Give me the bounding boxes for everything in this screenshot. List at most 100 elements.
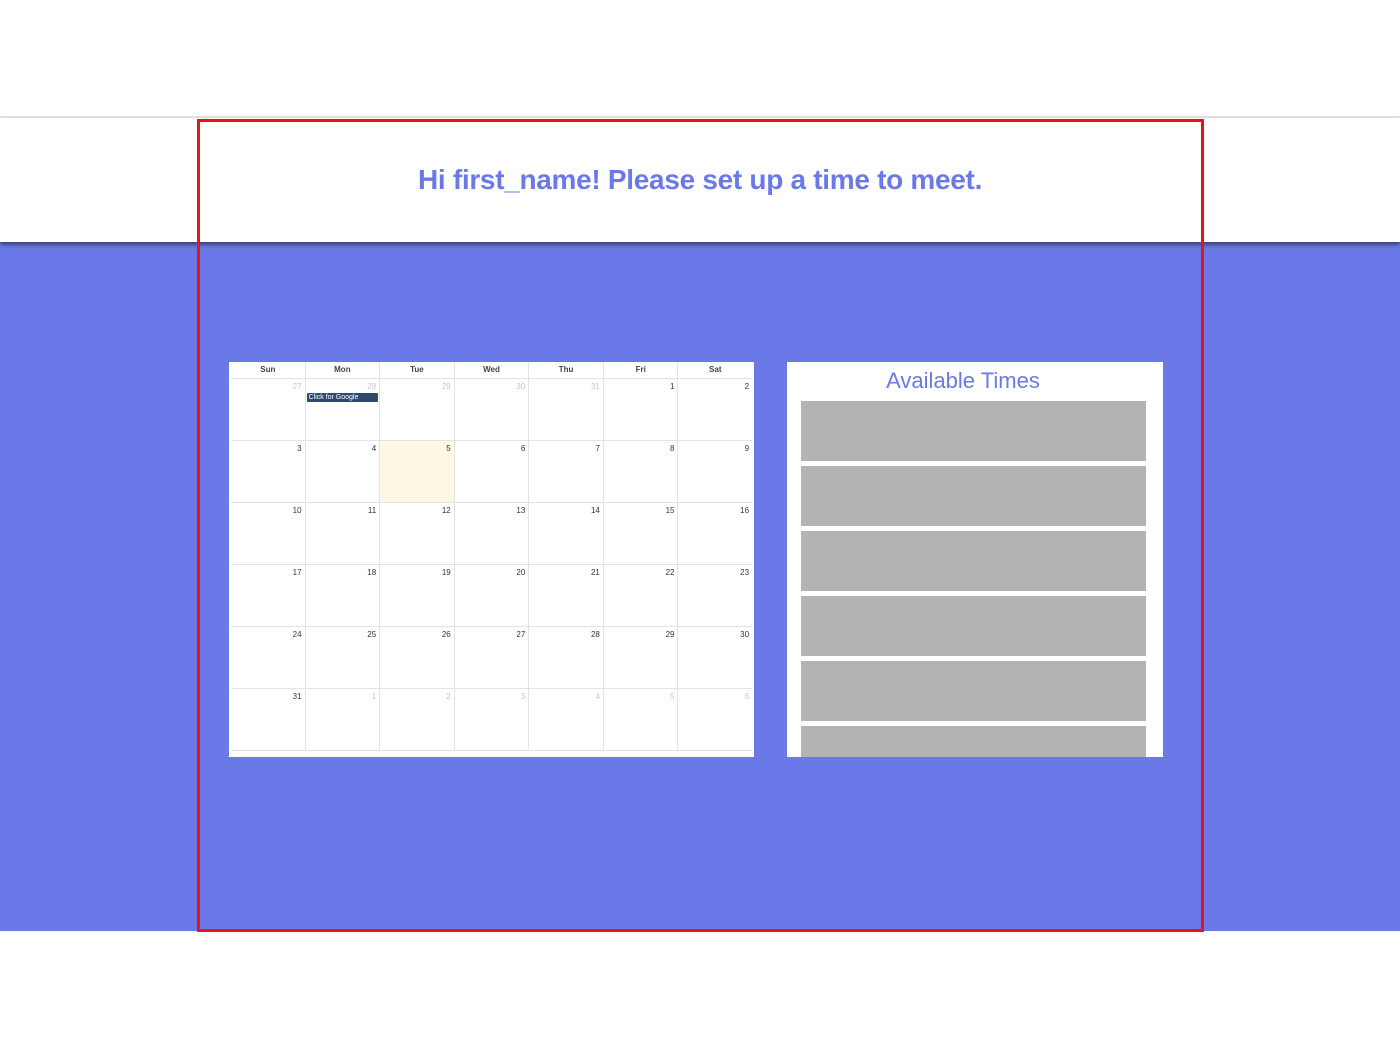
weekday-label-thu: Thu bbox=[528, 362, 603, 378]
calendar-day[interactable]: 10 bbox=[231, 503, 305, 564]
day-number: 2 bbox=[744, 382, 750, 391]
calendar-day[interactable]: 26 bbox=[379, 627, 454, 688]
header-band: Hi first_name! Please set up a time to m… bbox=[0, 118, 1400, 242]
calendar-week: 24 25 26 27 28 29 30 bbox=[231, 627, 752, 689]
calendar-day[interactable]: 9 bbox=[677, 441, 752, 502]
calendar-day[interactable]: 2 bbox=[677, 379, 752, 440]
calendar-day[interactable]: 27 bbox=[231, 379, 305, 440]
day-number: 18 bbox=[367, 568, 377, 577]
calendar-week: 17 18 19 20 21 22 23 bbox=[231, 565, 752, 627]
calendar-day[interactable]: 30 bbox=[453, 379, 529, 440]
calendar-day[interactable]: 8 bbox=[602, 441, 678, 502]
calendar-day[interactable]: 3 bbox=[231, 441, 305, 502]
calendar-week: 3 4 5 6 7 8 9 bbox=[231, 441, 752, 503]
day-number: 17 bbox=[292, 568, 302, 577]
calendar-day[interactable]: 12 bbox=[379, 503, 454, 564]
calendar-day[interactable]: 6 bbox=[453, 441, 529, 502]
calendar-grid: 27 28 Click for Google 29 30 31 1 2 3 4 5 6 7 8 9 10 11 1… bbox=[229, 379, 754, 751]
day-number: 3 bbox=[520, 692, 526, 701]
calendar-day[interactable]: 21 bbox=[528, 565, 603, 626]
calendar-day[interactable]: 15 bbox=[602, 503, 678, 564]
calendar-event[interactable]: Click for Google bbox=[306, 393, 379, 402]
calendar-day-today[interactable]: 5 bbox=[379, 441, 454, 502]
calendar-day[interactable]: 1 bbox=[602, 379, 678, 440]
calendar-day[interactable]: 29 bbox=[602, 627, 678, 688]
calendar-day[interactable]: 31 bbox=[528, 379, 603, 440]
calendar-day[interactable]: 4 bbox=[528, 689, 603, 750]
calendar-day[interactable]: 14 bbox=[528, 503, 603, 564]
calendar-day[interactable]: 7 bbox=[528, 441, 603, 502]
day-number: 15 bbox=[665, 506, 675, 515]
day-number: 27 bbox=[516, 630, 526, 639]
time-slot[interactable] bbox=[801, 726, 1146, 757]
day-number: 1 bbox=[371, 692, 377, 701]
day-number: 5 bbox=[446, 444, 451, 453]
time-slot[interactable] bbox=[801, 531, 1146, 591]
calendar-day[interactable]: 24 bbox=[231, 627, 305, 688]
calendar-day[interactable]: 17 bbox=[231, 565, 305, 626]
day-number: 12 bbox=[441, 506, 451, 515]
available-times-panel: Available Times bbox=[787, 362, 1163, 757]
calendar-day[interactable]: 1 bbox=[304, 689, 380, 750]
calendar-day[interactable]: 19 bbox=[379, 565, 454, 626]
calendar-day[interactable]: 3 bbox=[453, 689, 529, 750]
calendar-day[interactable]: 28 bbox=[528, 627, 603, 688]
calendar-day[interactable]: 2 bbox=[379, 689, 454, 750]
day-number: 28 bbox=[590, 630, 600, 639]
calendar-day[interactable]: 6 bbox=[677, 689, 752, 750]
time-slot[interactable] bbox=[801, 596, 1146, 656]
available-times-title: Available Times bbox=[886, 368, 1040, 393]
calendar-day[interactable]: 25 bbox=[304, 627, 380, 688]
calendar-day[interactable]: 18 bbox=[304, 565, 380, 626]
weekday-label-fri: Fri bbox=[602, 362, 678, 378]
calendar-day[interactable]: 5 bbox=[602, 689, 678, 750]
calendar-day[interactable]: 31 bbox=[231, 689, 305, 750]
day-number: 30 bbox=[516, 382, 526, 391]
time-slot[interactable] bbox=[801, 466, 1146, 526]
day-number: 27 bbox=[292, 382, 302, 391]
time-slot[interactable] bbox=[801, 401, 1146, 461]
day-number: 16 bbox=[740, 506, 750, 515]
time-slot[interactable] bbox=[801, 661, 1146, 721]
calendar-day[interactable]: 16 bbox=[677, 503, 752, 564]
calendar-week: 31 1 2 3 4 5 6 bbox=[231, 689, 752, 751]
day-number: 14 bbox=[590, 506, 600, 515]
calendar-day[interactable]: 13 bbox=[453, 503, 529, 564]
calendar-day[interactable]: 27 bbox=[453, 627, 529, 688]
day-number: 13 bbox=[516, 506, 526, 515]
day-number: 21 bbox=[590, 568, 600, 577]
day-number: 23 bbox=[740, 568, 750, 577]
calendar-day[interactable]: 20 bbox=[453, 565, 529, 626]
day-number: 22 bbox=[665, 568, 675, 577]
day-number: 25 bbox=[367, 630, 377, 639]
calendar-day[interactable]: 28 Click for Google bbox=[304, 379, 380, 440]
calendar-day[interactable]: 22 bbox=[602, 565, 678, 626]
day-number: 26 bbox=[441, 630, 451, 639]
weekday-label-sun: Sun bbox=[260, 365, 276, 374]
day-number: 30 bbox=[740, 630, 750, 639]
weekday-label-sat: Sat bbox=[677, 362, 752, 378]
day-number: 20 bbox=[516, 568, 526, 577]
day-number: 4 bbox=[371, 444, 377, 453]
calendar-week: 27 28 Click for Google 29 30 31 1 2 bbox=[231, 379, 752, 441]
day-number: 24 bbox=[292, 630, 302, 639]
calendar: Sun Mon Tue Wed Thu Fri Sat 27 28 Click for Goog… bbox=[229, 362, 754, 757]
calendar-day[interactable]: 30 bbox=[677, 627, 752, 688]
day-number: 7 bbox=[595, 444, 600, 453]
day-number: 6 bbox=[520, 444, 526, 453]
calendar-day[interactable]: 23 bbox=[677, 565, 752, 626]
day-number: 5 bbox=[670, 692, 675, 701]
day-number: 3 bbox=[297, 444, 302, 453]
day-number: 6 bbox=[744, 692, 750, 701]
day-number: 31 bbox=[292, 692, 302, 701]
day-number: 8 bbox=[670, 444, 675, 453]
day-number: 9 bbox=[744, 444, 750, 453]
calendar-day[interactable]: 29 bbox=[379, 379, 454, 440]
calendar-day[interactable]: 4 bbox=[304, 441, 380, 502]
weekday-label-mon: Mon bbox=[304, 362, 380, 378]
page-title: Hi first_name! Please set up a time to m… bbox=[417, 164, 983, 195]
calendar-day[interactable]: 11 bbox=[304, 503, 380, 564]
weekday-label-wed: Wed bbox=[453, 362, 529, 378]
day-number: 29 bbox=[665, 630, 675, 639]
day-number: 19 bbox=[441, 568, 451, 577]
